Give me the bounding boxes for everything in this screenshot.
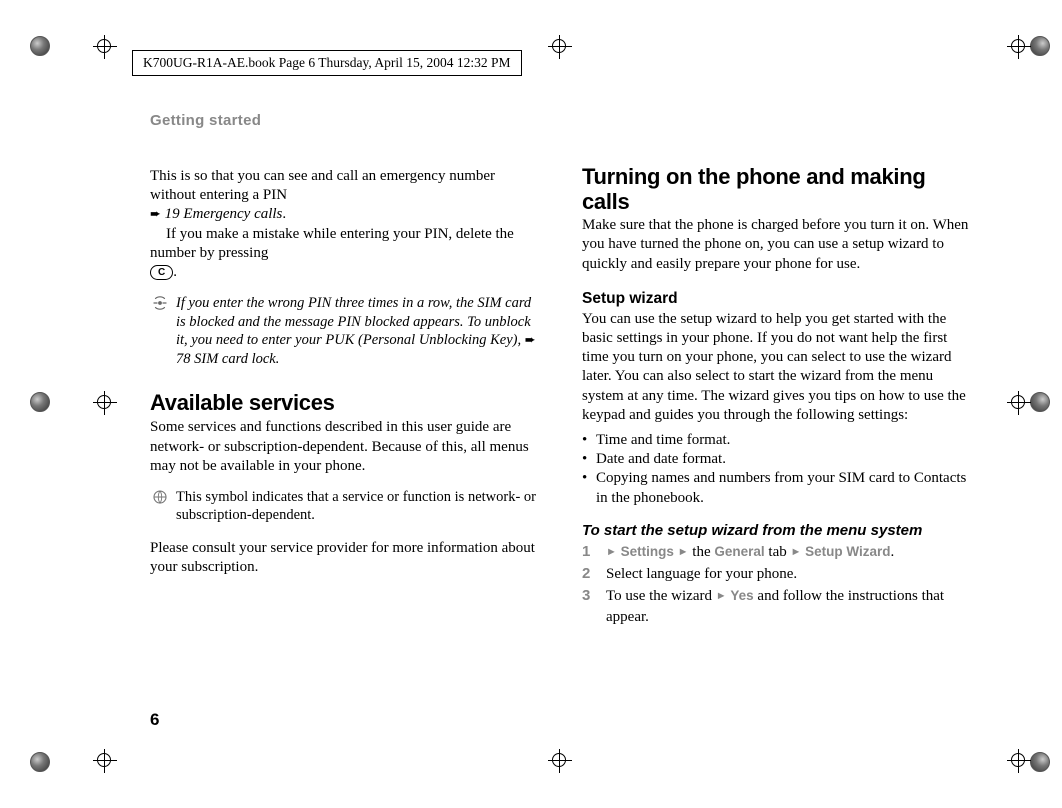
step-body: ► Settings ► the General tab ► Setup Wiz… (606, 542, 894, 562)
body-paragraph: Make sure that the phone is charged befo… (582, 216, 970, 274)
menu-token: General (714, 544, 764, 559)
step-text: tab (765, 544, 791, 560)
print-registration-dot (30, 392, 50, 412)
nav-arrow-icon: ► (716, 590, 727, 602)
network-icon (150, 488, 170, 525)
print-registration-dot (30, 36, 50, 56)
page-meta-text: K700UG-R1A-AE.book Page 6 Thursday, Apri… (143, 55, 511, 70)
period: . (891, 544, 895, 560)
menu-token: Yes (730, 588, 753, 603)
body-paragraph: Please consult your service provider for… (150, 539, 538, 577)
crop-mark (1004, 388, 1034, 418)
step-text: To use the wizard (606, 588, 716, 604)
step-text: the (689, 544, 715, 560)
procedure-heading: To start the setup wizard from the menu … (582, 522, 970, 539)
step-number: 1 (582, 542, 596, 562)
list-item: Time and time format. (582, 431, 970, 450)
body-paragraph: Some services and functions described in… (150, 418, 538, 476)
list-item: Date and date format. (582, 450, 970, 469)
print-registration-dot (30, 752, 50, 772)
note-block: This symbol indicates that a service or … (150, 488, 538, 525)
arrow-icon: ➨ (525, 332, 536, 347)
menu-token: Settings (621, 544, 674, 559)
crop-mark (90, 32, 120, 62)
para-text: This is so that you can see and call an … (150, 168, 495, 203)
nav-arrow-icon: ► (678, 546, 689, 558)
note-text: If you enter the wrong PIN three times i… (176, 294, 538, 368)
nav-arrow-icon: ► (606, 546, 617, 558)
page-number: 6 (150, 710, 159, 730)
body-paragraph: This is so that you can see and call an … (150, 167, 538, 282)
note-text: This symbol indicates that a service or … (176, 488, 538, 525)
period: . (173, 264, 177, 280)
heading-turning-on: Turning on the phone and making calls (582, 165, 970, 214)
crop-mark (545, 32, 575, 62)
bullet-list: Time and time format. Date and date form… (582, 431, 970, 508)
crop-mark (1004, 32, 1034, 62)
cross-ref: 19 Emergency calls (165, 206, 283, 222)
crop-mark (1004, 746, 1034, 776)
step-body: Select language for your phone. (606, 564, 797, 584)
step-body: To use the wizard ► Yes and follow the i… (606, 586, 970, 627)
cross-ref: 78 SIM card lock. (176, 351, 279, 367)
c-key-icon: C (150, 265, 173, 280)
step-list: 1 ► Settings ► the General tab ► Setup W… (582, 542, 970, 627)
step-number: 2 (582, 564, 596, 584)
para-text: If you make a mistake while entering you… (150, 225, 538, 263)
warning-icon (150, 294, 170, 368)
page-meta-box: K700UG-R1A-AE.book Page 6 Thursday, Apri… (132, 50, 522, 76)
section-label: Getting started (150, 112, 538, 129)
arrow-icon: ➨ (150, 206, 161, 221)
nav-arrow-icon: ► (790, 546, 801, 558)
note-body: If you enter the wrong PIN three times i… (176, 295, 531, 348)
period: . (282, 206, 286, 222)
crop-mark (90, 746, 120, 776)
crop-mark (545, 746, 575, 776)
menu-token: Setup Wizard (805, 544, 890, 559)
step-item: 2 Select language for your phone. (582, 564, 970, 584)
step-item: 1 ► Settings ► the General tab ► Setup W… (582, 542, 970, 562)
body-paragraph: You can use the setup wizard to help you… (582, 310, 970, 425)
crop-mark (90, 388, 120, 418)
step-number: 3 (582, 586, 596, 627)
heading-setup-wizard: Setup wizard (582, 290, 970, 308)
step-item: 3 To use the wizard ► Yes and follow the… (582, 586, 970, 627)
list-item: Copying names and numbers from your SIM … (582, 469, 970, 507)
note-block: If you enter the wrong PIN three times i… (150, 294, 538, 368)
heading-available-services: Available services (150, 390, 538, 416)
